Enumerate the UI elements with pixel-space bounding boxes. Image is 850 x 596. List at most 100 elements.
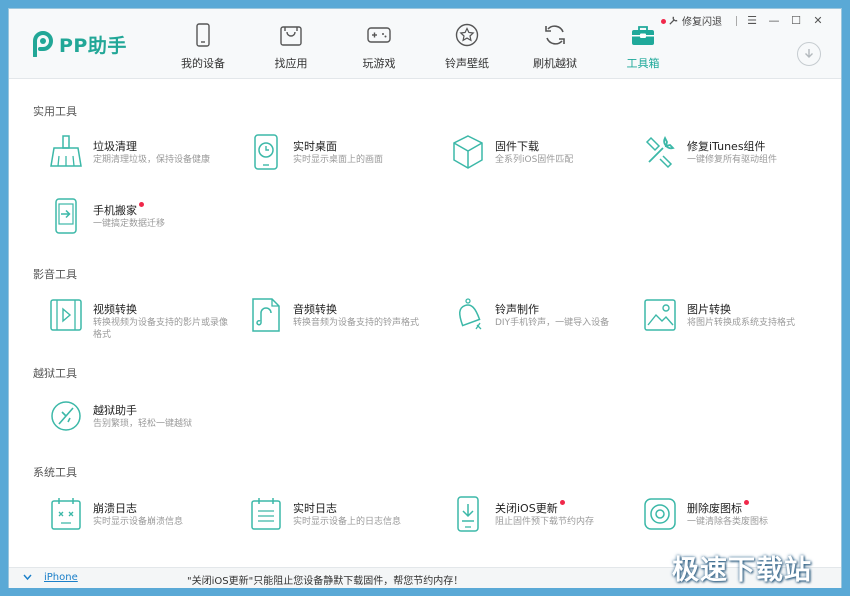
tool-delete-broken-icons[interactable]: 删除废图标 一键清除各类废图标 [629,496,819,544]
tool-desc: 将图片转换成系统支持格式 [687,318,796,328]
tool-name-text: 手机搬家 [93,204,137,217]
tool-firmware-download[interactable]: 固件下载 全系列iOS固件匹配 [437,134,627,182]
tool-desc: DIY手机铃声，一键导入设备 [495,318,610,328]
notification-dot [744,500,749,505]
repair-icon [669,16,678,25]
device-link[interactable]: iPhone [44,572,78,583]
repair-label: 修复闪退 [682,17,722,28]
tool-desc: 阻止固件预下载节约内存 [495,517,595,527]
tool-video-convert[interactable]: 视频转换 转换视频为设备支持的影片或录像格式 [35,297,228,345]
tab-label: 铃声壁纸 [445,57,489,70]
download-icon [805,49,813,58]
tool-image-convert[interactable]: 图片转换 将图片转换成系统支持格式 [629,297,819,345]
tool-name: 视频转换 [93,303,137,316]
tab-label: 找应用 [274,57,308,70]
section-title-practical: 实用工具 [33,105,77,118]
tool-desc: 实时显示设备上的日志信息 [293,517,402,527]
tool-desc: 转换视频为设备支持的影片或录像格式 [93,318,229,340]
wrench-icon [645,136,675,169]
tool-name: 实时日志 [293,502,337,515]
tool-junk-clean[interactable]: 垃圾清理 定期清理垃圾，保持设备健康 [35,134,225,182]
window-controls: 修复闪退 ☰ — ☐ ✕ [668,13,829,28]
section-title-media: 影音工具 [33,268,77,281]
tool-desc: 实时显示桌面上的画面 [293,155,384,165]
audio-file-icon [252,298,280,332]
refresh-icon [545,25,565,45]
tab-label: 玩游戏 [362,57,396,70]
tool-desc: 告别繁琐，轻松一键越狱 [93,419,193,429]
download-manager-button[interactable] [797,42,821,66]
chevron-down-icon [23,574,32,581]
notification-dot [559,500,565,505]
crash-log-icon [51,498,81,530]
status-message: "关闭iOS更新"只能阻止您设备静默下载固件，帮您节约内存！ [187,576,464,587]
tool-name: 崩溃日志 [93,502,137,515]
tool-desc: 全系列iOS固件匹配 [495,155,574,165]
divider [736,15,737,26]
tab-ringtones-wallpapers[interactable]: 铃声壁纸 [423,9,511,79]
broom-icon [50,135,82,167]
tool-name: 删除废图标 [687,500,749,516]
tool-name: 实时桌面 [293,140,337,153]
phone-transfer-icon [55,198,77,234]
tool-desc: 转换音频为设备支持的铃声格式 [293,318,420,328]
tool-desc: 一键清除各类废图标 [687,517,769,527]
tab-label: 工具箱 [626,57,660,70]
tool-name-text: 删除废图标 [687,502,742,515]
main-nav: 我的设备 找应用 玩游戏 铃声壁纸 刷机越狱 工具箱 [159,9,687,79]
close-icon: ✕ [813,14,823,27]
clock-screen-icon [254,134,278,170]
notification-dot [661,19,666,24]
tool-audio-convert[interactable]: 音频转换 转换音频为设备支持的铃声格式 [235,297,425,345]
tab-flash-jailbreak[interactable]: 刷机越狱 [511,9,599,79]
section-title-system: 系统工具 [33,466,77,479]
tab-games[interactable]: 玩游戏 [335,9,423,79]
tool-name: 越狱助手 [93,404,137,417]
phone-icon [196,23,210,47]
tool-name: 图片转换 [687,303,731,316]
minimize-button[interactable]: — [763,14,785,28]
bell-icon [459,298,482,330]
toolbox-content: 实用工具 垃圾清理 定期清理垃圾，保持设备健康 实时桌面 实时显示桌面上的画面 … [9,80,841,567]
gamepad-icon [367,27,391,43]
watermark: 极速下载站 [672,555,812,586]
app-bag-icon [280,26,302,46]
tool-disable-ios-update[interactable]: 关闭iOS更新 阻止固件预下载节约内存 [437,496,627,544]
pp-logo-icon [33,31,53,57]
notification-dot [139,202,144,207]
close-button[interactable]: ✕ [807,14,829,28]
tool-repair-itunes[interactable]: 修复iTunes组件 一键修复所有驱动组件 [629,134,819,182]
menu-button[interactable]: ☰ [741,14,763,28]
toolbox-icon [632,26,654,45]
device-selector[interactable]: iPhone [23,572,78,583]
tab-label: 刷机越狱 [533,57,577,70]
star-icon [455,23,479,47]
jailbreak-icon [51,401,81,431]
maximize-icon: ☐ [791,14,801,27]
main-window: PP助手 我的设备 找应用 玩游戏 铃声壁纸 刷机越狱 工具箱 修复闪退 ☰ —… [8,8,842,588]
tool-desc: 一键搞定数据迁移 [93,219,166,229]
tool-jailbreak-helper[interactable]: 越狱助手 告别繁琐，轻松一键越狱 [35,398,225,446]
maximize-button[interactable]: ☐ [785,14,807,28]
image-icon [644,299,676,331]
tool-name: 音频转换 [293,303,337,316]
section-title-jailbreak: 越狱工具 [33,367,77,380]
tool-name: 手机搬家 [93,202,144,218]
app-name: PP助手 [59,34,127,57]
tool-ringtone-maker[interactable]: 铃声制作 DIY手机铃声，一键导入设备 [437,297,627,345]
tab-find-apps[interactable]: 找应用 [247,9,335,79]
repair-crash-button[interactable]: 修复闪退 [668,13,722,28]
tool-name: 垃圾清理 [93,140,137,153]
tool-crash-log[interactable]: 崩溃日志 实时显示设备崩溃信息 [35,496,225,544]
minimize-icon: — [768,14,780,27]
header: PP助手 我的设备 找应用 玩游戏 铃声壁纸 刷机越狱 工具箱 修复闪退 ☰ —… [9,9,841,79]
tool-desc: 定期清理垃圾，保持设备健康 [93,155,211,165]
tool-phone-transfer[interactable]: 手机搬家 一键搞定数据迁移 [35,198,225,246]
tab-my-device[interactable]: 我的设备 [159,9,247,79]
tool-live-desktop[interactable]: 实时桌面 实时显示桌面上的画面 [235,134,425,182]
menu-icon: ☰ [747,14,757,27]
tool-live-log[interactable]: 实时日志 实时显示设备上的日志信息 [235,496,425,544]
log-icon [251,498,281,530]
tool-name: 关闭iOS更新 [495,500,565,516]
app-logo: PP助手 [31,29,127,59]
